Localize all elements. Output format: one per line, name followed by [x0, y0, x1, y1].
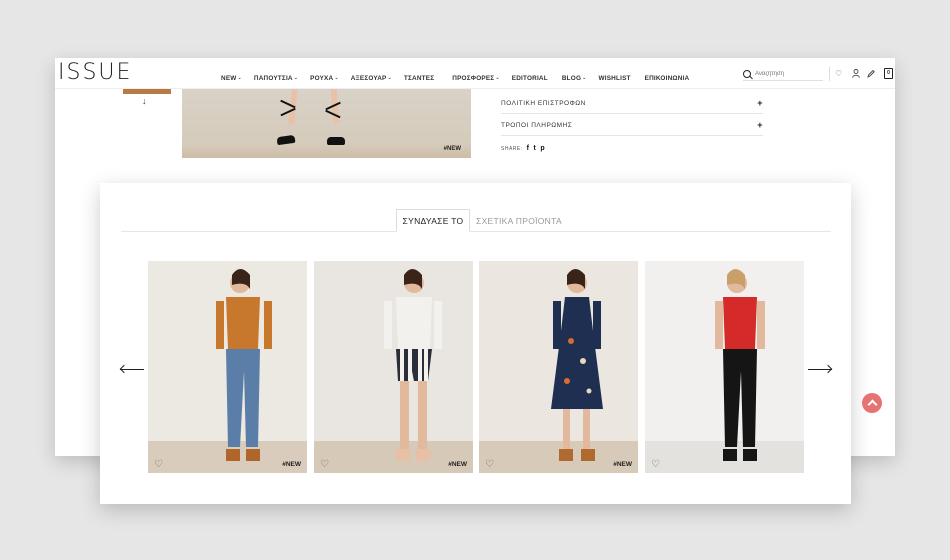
nav-item-label: ΕΠΙΚΟΙΝΩΝΙΑ — [644, 74, 690, 82]
accordion-returns-policy[interactable]: ΠΟΛΙΤΙΚΗ ΕΠΙΣΤΡΟΦΩΝ + — [501, 93, 763, 114]
new-tag: #NEW — [443, 146, 461, 152]
arrow-left-icon[interactable] — [119, 364, 144, 375]
facebook-icon[interactable]: f — [527, 145, 530, 152]
nav-item-7[interactable]: BLOG ⌄ — [562, 72, 587, 84]
nav-item-label: WISHLIST — [598, 74, 631, 82]
nav-item-label: ΤΣΑΝΤΕΣ — [403, 74, 435, 82]
main-nav: NEW ⌄ ΠΑΠΟΥΤΣΙΑ ⌄ ΡΟΥΧΑ ⌄ ΑΞΕΣΟΥΑΡ ⌄ ΤΣΑΝΤΕΣ ΠΡΟΣ… — [221, 72, 689, 84]
nav-item-0[interactable]: NEW ⌄ — [221, 72, 242, 84]
model-figure — [551, 269, 603, 461]
wishlist-heart-icon[interactable]: ♡ — [320, 460, 330, 470]
search-input[interactable] — [755, 71, 819, 77]
search-box[interactable] — [743, 68, 823, 81]
user-icon[interactable] — [852, 69, 860, 81]
chevron-down-icon: ⌄ — [495, 75, 500, 81]
nav-item-label: ΑΞΕΣΟΥΑΡ — [350, 74, 387, 82]
site-logo[interactable]: ISSUE — [58, 60, 132, 85]
wishlist-heart-icon[interactable]: ♡ — [651, 460, 661, 470]
nav-item-3[interactable]: ΑΞΕΣΟΥΑΡ ⌄ — [351, 72, 392, 84]
related-products-window: ΣΥΝΔΥΑΣΕ ΤΟ ΣΧΕΤΙΚΑ ΠΡΟΪΟΝΤΑ ♡ #NEW ♡ #N… — [100, 183, 851, 504]
product-card[interactable]: ♡ — [645, 261, 804, 473]
wishlist-heart-icon[interactable]: ♡ — [485, 460, 495, 470]
nav-item-label: NEW — [221, 74, 237, 82]
plus-icon[interactable]: + — [757, 120, 763, 130]
pencil-icon[interactable] — [867, 69, 875, 81]
arrow-down-icon[interactable]: ↓ — [142, 96, 147, 106]
new-tag: #NEW — [282, 461, 301, 468]
accordion-payment-methods[interactable]: ΤΡΟΠΟΙ ΠΛΗΡΩΜΗΣ + — [501, 115, 763, 136]
heart-icon[interactable]: ♡ — [835, 69, 842, 79]
pinterest-icon[interactable]: p — [540, 145, 545, 152]
nav-item-label: EDITORIAL — [511, 74, 548, 82]
bag-icon[interactable]: 0 — [884, 68, 893, 79]
arrow-right-icon[interactable] — [808, 364, 833, 375]
search-icon[interactable] — [743, 70, 751, 78]
divider — [829, 67, 830, 81]
tab-combine-it[interactable]: ΣΥΝΔΥΑΣΕ ΤΟ — [396, 209, 470, 232]
new-tag: #NEW — [613, 461, 632, 468]
scroll-to-top-button[interactable] — [862, 393, 882, 413]
nav-item-4[interactable]: ΤΣΑΝΤΕΣ — [404, 72, 434, 84]
product-card[interactable]: ♡ #NEW — [148, 261, 307, 473]
chevron-down-icon: ⌄ — [293, 75, 299, 81]
thumbnail-image[interactable] — [123, 89, 171, 94]
tab-related-products[interactable]: ΣΧΕΤΙΚΑ ΠΡΟΪΟΝΤΑ — [476, 209, 562, 232]
chevron-down-icon: ⌄ — [387, 75, 392, 81]
top-navigation-bar: ISSUE NEW ⌄ ΠΑΠΟΥΤΣΙΑ ⌄ ΡΟΥΧΑ ⌄ ΑΞΕΣΟΥΑΡ ⌄ ΤΣΑΝΤ… — [55, 58, 895, 89]
plus-icon[interactable]: + — [757, 98, 763, 108]
chevron-up-icon — [867, 399, 877, 410]
nav-item-label: ΠΡΟΣΦΟΡΕΣ — [452, 74, 495, 82]
model-figure — [384, 269, 442, 461]
twitter-icon[interactable]: t — [533, 145, 536, 152]
nav-item-label: ΡΟΥΧΑ — [310, 74, 334, 82]
nav-item-8[interactable]: WISHLIST — [599, 72, 631, 84]
cart-count: 0 — [887, 70, 890, 76]
nav-item-label: BLOG — [561, 74, 582, 82]
nav-item-6[interactable]: EDITORIAL — [512, 72, 548, 84]
accordion-label: ΠΟΛΙΤΙΚΗ ΕΠΙΣΤΡΟΦΩΝ — [501, 99, 586, 107]
accordion-label: ΤΡΟΠΟΙ ΠΛΗΡΩΜΗΣ — [501, 121, 573, 129]
chevron-down-icon: ⌄ — [334, 75, 339, 81]
nav-item-5[interactable]: ΠΡΟΣΦΟΡΕΣ ⌄ — [452, 72, 499, 84]
wishlist-heart-icon[interactable]: ♡ — [154, 460, 164, 470]
model-figure — [216, 269, 272, 461]
product-card[interactable]: ♡ #NEW — [314, 261, 473, 473]
nav-item-1[interactable]: ΠΑΠΟΥΤΣΙΑ ⌄ — [254, 72, 298, 84]
chevron-down-icon: ⌄ — [237, 75, 242, 81]
nav-item-9[interactable]: ΕΠΙΚΟΙΝΩΝΙΑ — [645, 72, 690, 84]
nav-item-2[interactable]: ΡΟΥΧΑ ⌄ — [310, 72, 339, 84]
chevron-down-icon: ⌄ — [582, 75, 587, 81]
product-card[interactable]: ♡ #NEW — [479, 261, 638, 473]
product-main-image: #NEW — [182, 89, 471, 158]
model-figure — [715, 269, 765, 461]
share-label: SHARE: — [501, 145, 523, 152]
new-tag: #NEW — [448, 461, 467, 468]
nav-item-label: ΠΑΠΟΥΤΣΙΑ — [253, 74, 293, 82]
share-row: SHARE: f t p — [501, 145, 545, 152]
